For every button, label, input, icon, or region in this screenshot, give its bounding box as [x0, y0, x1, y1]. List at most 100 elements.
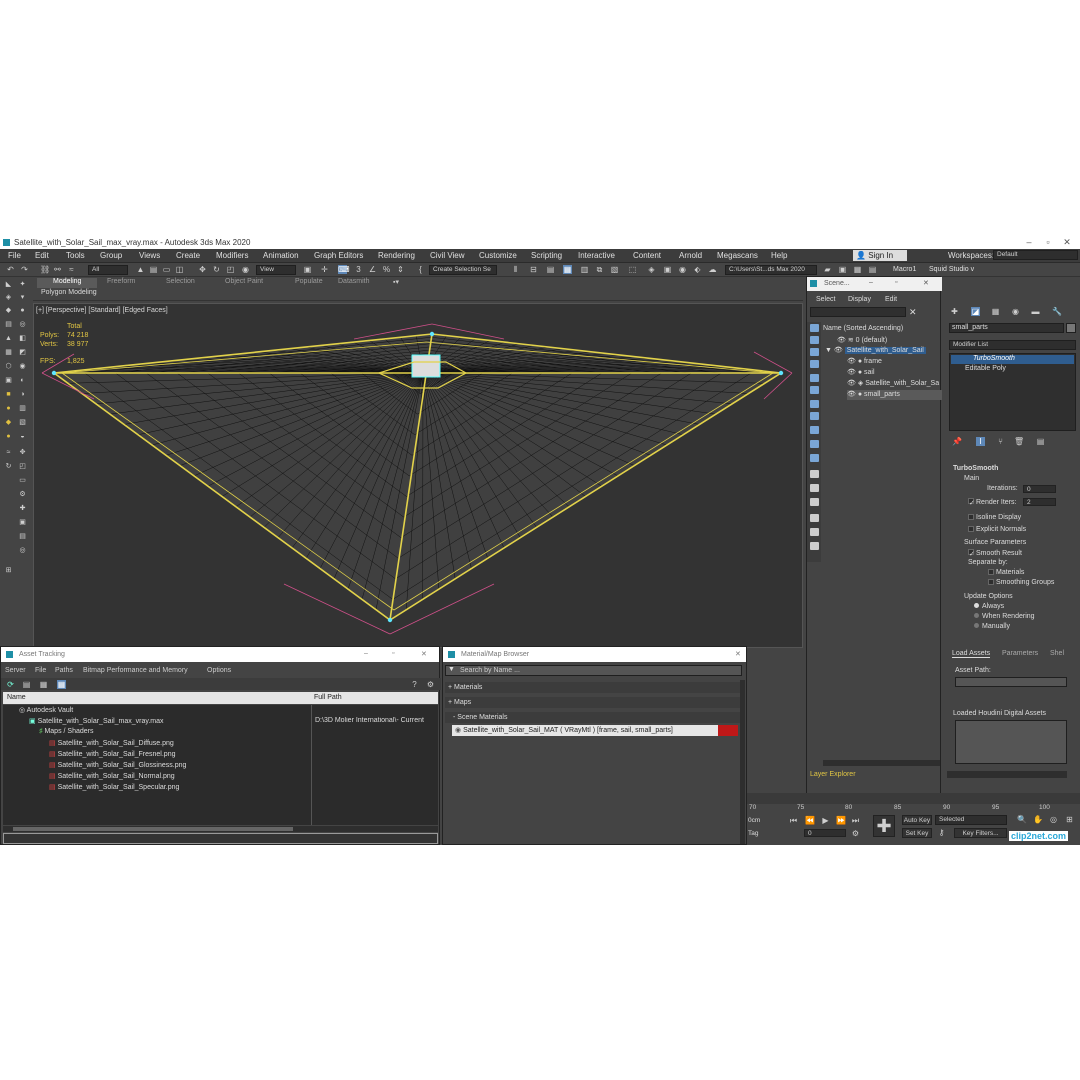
- visibility-eye-icon[interactable]: 👁: [837, 337, 846, 344]
- redo-icon[interactable]: ↷: [20, 265, 29, 274]
- always-row[interactable]: Always: [974, 603, 1004, 610]
- configure-modifier-sets-icon[interactable]: ▤: [1036, 437, 1045, 446]
- previous-frame-icon[interactable]: ⏪: [805, 816, 815, 825]
- tab-parameters[interactable]: Parameters: [1002, 650, 1038, 657]
- materials-group[interactable]: + Materials: [445, 682, 742, 693]
- select-manipulate-icon[interactable]: ✛: [320, 265, 329, 274]
- scene-item-frame[interactable]: 👁 ● frame: [847, 357, 882, 367]
- render-iters-row[interactable]: ✓Render Iters:: [968, 498, 1016, 507]
- render-iters-spinner[interactable]: 2: [1023, 498, 1056, 506]
- materials-checkbox[interactable]: [988, 569, 994, 575]
- menu-content[interactable]: Content: [633, 251, 661, 260]
- tool-icon-28[interactable]: ⚙: [18, 491, 27, 499]
- open-file-icon[interactable]: ▣: [838, 265, 847, 274]
- menu-animation[interactable]: Animation: [263, 251, 299, 260]
- tool-icon-19[interactable]: ◆: [4, 419, 13, 427]
- angle-snap-icon[interactable]: ∠: [368, 265, 377, 274]
- menu-scripting[interactable]: Scripting: [531, 251, 562, 260]
- scene-minimize-icon[interactable]: –: [869, 279, 873, 286]
- make-unique-icon[interactable]: ⑂: [996, 437, 1005, 446]
- reference-coordinate-dropdown[interactable]: View: [256, 265, 296, 275]
- toggle-scene-explorer-icon[interactable]: ▤: [546, 265, 555, 274]
- filter-funnel-2-icon[interactable]: [810, 528, 819, 536]
- toggle-layer-explorer-icon[interactable]: ▦: [563, 265, 572, 274]
- menu-create[interactable]: Create: [176, 251, 200, 260]
- modifier-list-dropdown[interactable]: Modifier List: [949, 340, 1076, 350]
- tab-object-paint[interactable]: Object Paint: [225, 278, 263, 288]
- material-scrollbar[interactable]: [740, 680, 745, 844]
- material-editor-icon[interactable]: ⬚: [628, 265, 637, 274]
- smooth-result-checkbox[interactable]: ✓: [968, 549, 975, 558]
- filter-bones-icon[interactable]: [810, 426, 819, 434]
- filter-invert-icon[interactable]: [810, 498, 819, 506]
- remove-modifier-icon[interactable]: 🗑: [1014, 437, 1024, 446]
- list-view-icon[interactable]: ▤: [22, 680, 31, 689]
- scene-clear-icon[interactable]: ✕: [909, 307, 917, 318]
- menu-arnold[interactable]: Arnold: [679, 251, 702, 260]
- tool-icon-20[interactable]: ▧: [18, 419, 27, 427]
- filter-funnel-icon[interactable]: [810, 514, 819, 522]
- visibility-eye-icon[interactable]: 👁: [847, 391, 856, 398]
- tab-shelf[interactable]: Shel: [1050, 650, 1064, 657]
- mirror-icon[interactable]: ⫴: [511, 265, 520, 274]
- scene-column-header[interactable]: Name (Sorted Ascending): [823, 325, 903, 335]
- tool-icon-29[interactable]: ✚: [18, 505, 27, 513]
- window-crossing-icon[interactable]: ◫: [175, 265, 184, 274]
- reference-icon[interactable]: ▤: [868, 265, 877, 274]
- tool-icon-17[interactable]: ●: [4, 405, 13, 413]
- table-row[interactable]: ▣ Satellite_with_Solar_Sail_max_vray.max: [29, 717, 164, 727]
- filter-containers-icon[interactable]: [810, 440, 819, 448]
- stack-item-turbosmooth[interactable]: TurboSmooth: [951, 355, 1074, 364]
- menu-interactive[interactable]: Interactive: [578, 251, 615, 260]
- workspace-dropdown[interactable]: Default: [993, 250, 1078, 260]
- scene-item-satellite[interactable]: ▼ 👁 Satellite_with_Solar_Sail: [825, 346, 940, 356]
- smoothing-groups-checkbox[interactable]: [988, 579, 994, 585]
- select-by-name-icon[interactable]: ▤: [149, 265, 158, 274]
- asset-menu-server[interactable]: Server: [5, 667, 26, 674]
- modify-panel-icon[interactable]: ◪: [971, 307, 980, 316]
- orbit-icon[interactable]: ◎: [1049, 815, 1058, 824]
- filter-cameras-icon[interactable]: [810, 360, 819, 368]
- table-row[interactable]: ▤ Satellite_with_Solar_Sail_Diffuse.png: [49, 739, 174, 749]
- tool-icon-5[interactable]: ▤: [4, 321, 13, 329]
- tool-icon-22[interactable]: ◒: [18, 433, 27, 441]
- maps-group[interactable]: + Maps: [445, 697, 742, 708]
- table-row[interactable]: ▤ Satellite_with_Solar_Sail_Fresnel.png: [49, 750, 175, 760]
- table-row[interactable]: ◎ Autodesk Vault: [19, 706, 73, 716]
- time-ruler[interactable]: [747, 793, 1080, 804]
- scene-close-icon[interactable]: ✕: [923, 279, 929, 287]
- filter-geometry-icon[interactable]: [810, 324, 819, 332]
- filter-all-icon[interactable]: [810, 470, 819, 478]
- refresh-icon[interactable]: ⟳: [6, 680, 15, 689]
- tool-icon-13[interactable]: ▣: [4, 377, 13, 385]
- stack-item-editable-poly[interactable]: Editable Poly: [955, 365, 1075, 374]
- filter-frozen-icon[interactable]: [810, 454, 819, 462]
- when-rendering-row[interactable]: When Rendering: [974, 613, 1035, 620]
- render-in-cloud-icon[interactable]: ☁: [708, 265, 717, 274]
- asset-horizontal-scrollbar[interactable]: [3, 826, 438, 832]
- set-key-button[interactable]: Set Key: [902, 828, 932, 838]
- scene-menu-display[interactable]: Display: [848, 296, 871, 303]
- hierarchy-panel-icon[interactable]: ▦: [991, 307, 1000, 316]
- scene-material-item[interactable]: ◉ Satellite_with_Solar_Sail_MAT ( VRayMt…: [452, 725, 738, 736]
- filter-shapes-icon[interactable]: [810, 336, 819, 344]
- placement-icon[interactable]: ◉: [241, 265, 250, 274]
- percent-snap-icon[interactable]: %: [382, 265, 391, 274]
- tool-icon-16[interactable]: ◑: [18, 391, 27, 399]
- rendered-frame-window-icon[interactable]: ▣: [663, 265, 672, 274]
- menu-tools[interactable]: Tools: [66, 251, 85, 260]
- visibility-eye-icon[interactable]: 👁: [847, 369, 856, 376]
- bind-space-warp-icon[interactable]: ≈: [67, 265, 76, 274]
- tool-icon-8[interactable]: ◧: [18, 335, 27, 343]
- tag-label[interactable]: Tag: [748, 830, 758, 837]
- object-color-swatch[interactable]: [1066, 323, 1076, 333]
- create-icon[interactable]: ◣: [4, 281, 13, 289]
- scene-item-satellite-sub[interactable]: 👁 ◈ Satellite_with_Solar_Sa: [847, 379, 942, 389]
- menu-edit[interactable]: Edit: [35, 251, 49, 260]
- go-to-start-icon[interactable]: ⏮: [789, 816, 798, 825]
- modifier-stack[interactable]: TurboSmooth Editable Poly: [949, 353, 1076, 431]
- unlink-icon[interactable]: ⚯: [53, 265, 62, 274]
- render-iters-checkbox[interactable]: ✓: [968, 498, 975, 507]
- tool-icon-14[interactable]: ◐: [18, 377, 27, 385]
- set-key-big-icon[interactable]: ✚: [873, 815, 895, 837]
